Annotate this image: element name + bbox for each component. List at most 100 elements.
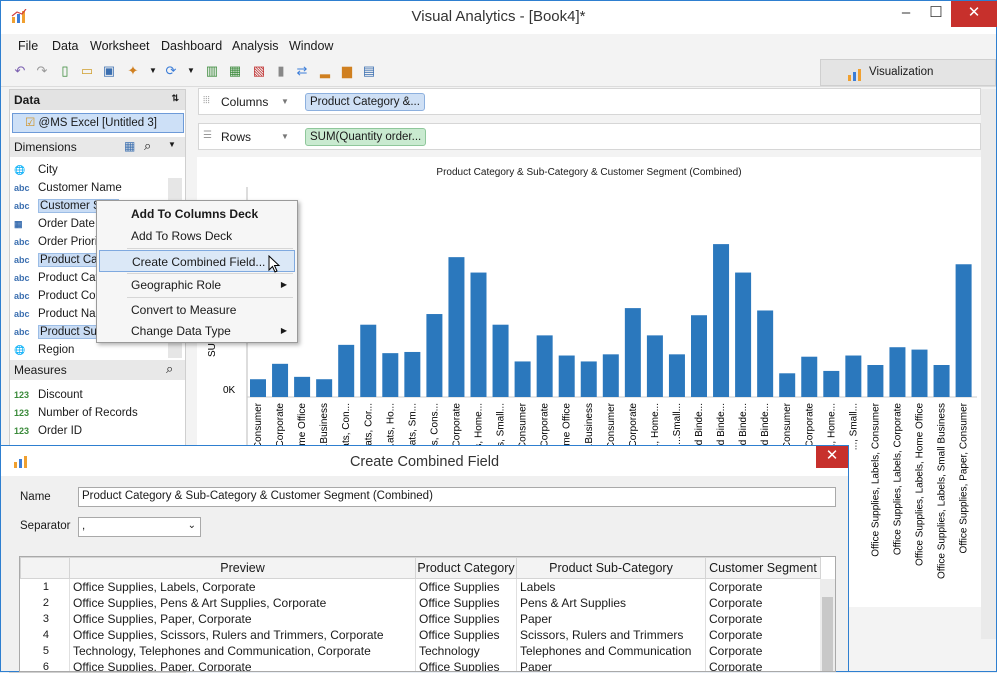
- chart-bar[interactable]: [668, 354, 685, 397]
- dialog-close-button[interactable]: ✕: [816, 446, 848, 468]
- bar-chart-icon[interactable]: ▮: [273, 63, 289, 79]
- search-icon[interactable]: ⌕: [166, 361, 173, 377]
- rows-pill[interactable]: SUM(Quantity order...: [305, 128, 427, 146]
- chart-bar[interactable]: [250, 379, 266, 397]
- dimension-item[interactable]: abc Product Cat...: [14, 269, 108, 287]
- dimension-item[interactable]: 🌐 City: [14, 161, 58, 179]
- measure-item[interactable]: 123 Order ID: [14, 422, 82, 440]
- undo-icon[interactable]: ↶: [12, 63, 28, 79]
- add-chart-icon[interactable]: ▥: [204, 63, 220, 79]
- chart-bar[interactable]: [580, 361, 597, 397]
- chart-bar[interactable]: [757, 310, 774, 397]
- chart-bar[interactable]: [889, 347, 906, 397]
- rows-shelf[interactable]: ☰ Rows ▼ SUM(Quantity order...: [198, 123, 981, 150]
- measure-item[interactable]: 123 Number of Records: [14, 404, 138, 422]
- refresh-icon[interactable]: ⟳: [163, 63, 179, 79]
- name-field[interactable]: Product Category & Sub-Category & Custom…: [78, 487, 836, 507]
- dimension-item[interactable]: 🌐 Region: [14, 341, 74, 359]
- data-source-item[interactable]: ☑ @MS Excel [Untitled 3]: [12, 113, 184, 133]
- table-row[interactable]: 4 Office Supplies, Scissors, Rulers and T…: [20, 626, 821, 643]
- chevron-down-icon[interactable]: ▼: [281, 97, 289, 106]
- chart-scrollbar[interactable]: [981, 89, 996, 639]
- dimension-item[interactable]: ▦ Order Date: [14, 215, 95, 233]
- chart-bar[interactable]: [316, 379, 333, 397]
- chart-bar[interactable]: [514, 361, 531, 397]
- menu-item-convert-to-measure[interactable]: Convert to Measure: [99, 299, 295, 321]
- column-header-customer-segment[interactable]: Customer Segment: [705, 557, 821, 579]
- sort-ascending-icon[interactable]: ▂: [317, 63, 333, 79]
- menu-file[interactable]: File: [18, 39, 38, 53]
- menu-item-change-data-type[interactable]: Change Data Type ▶: [99, 320, 295, 342]
- chart-bar[interactable]: [845, 355, 862, 397]
- close-button[interactable]: ✕: [951, 1, 997, 27]
- chart-bar[interactable]: [536, 335, 553, 397]
- table-row[interactable]: 6 Office Supplies, Paper, Corporate Office…: [20, 658, 821, 671]
- sort-arrows-icon[interactable]: ⇅: [171, 93, 179, 104]
- minimize-button[interactable]: –: [891, 1, 921, 27]
- table-row[interactable]: 1 Office Supplies, Labels, Corporate Offic…: [20, 578, 821, 595]
- maximize-button[interactable]: ☐: [921, 1, 951, 27]
- search-icon[interactable]: ⌕: [144, 138, 151, 154]
- chart-bar[interactable]: [646, 335, 663, 397]
- chart-bar[interactable]: [691, 315, 707, 397]
- table-row[interactable]: 2 Office Supplies, Pens & Art Supplies, C…: [20, 594, 821, 611]
- dimension-item[interactable]: abc Customer Name: [14, 179, 122, 197]
- table-view-icon[interactable]: ▦: [124, 139, 135, 153]
- add-table-icon[interactable]: ▦: [227, 63, 243, 79]
- chart-bar[interactable]: [867, 365, 884, 397]
- chart-bar[interactable]: [470, 272, 487, 397]
- chart-bar[interactable]: [338, 344, 355, 397]
- chevron-down-icon[interactable]: ▼: [183, 63, 199, 79]
- chart-bar[interactable]: [426, 314, 443, 397]
- table-row[interactable]: 3 Office Supplies, Paper, Corporate Office…: [20, 610, 821, 627]
- columns-pill[interactable]: Product Category &...: [305, 93, 425, 111]
- chart-bar[interactable]: [382, 353, 399, 397]
- column-header-product-category[interactable]: Product Category: [415, 557, 517, 579]
- sort-descending-icon[interactable]: ▆: [339, 63, 355, 79]
- chevron-down-icon[interactable]: ▼: [281, 132, 289, 141]
- chart-bar[interactable]: [492, 324, 509, 397]
- separator-select[interactable]: , ⌄: [78, 517, 201, 537]
- chart-bar[interactable]: [955, 264, 972, 397]
- save-icon[interactable]: ▣: [101, 63, 117, 79]
- auto-update-icon[interactable]: ✦: [125, 63, 141, 79]
- chart-bar[interactable]: [713, 244, 730, 397]
- menu-dashboard[interactable]: Dashboard: [161, 39, 222, 53]
- chart-bar[interactable]: [448, 257, 465, 397]
- chart-bar[interactable]: [911, 349, 928, 397]
- chart-bar[interactable]: [360, 324, 377, 397]
- chart-bar[interactable]: [933, 365, 950, 397]
- menu-worksheet[interactable]: Worksheet: [90, 39, 150, 53]
- menu-item-add-to-columns[interactable]: Add To Columns Deck: [99, 203, 295, 225]
- new-sheet-icon[interactable]: ▯: [57, 63, 73, 79]
- columns-shelf[interactable]: ⦙⦙⦙ Columns ▼ Product Category &...: [198, 88, 981, 115]
- column-header-product-sub-category[interactable]: Product Sub-Category: [516, 557, 706, 579]
- chart-bar[interactable]: [624, 308, 641, 397]
- chart-bar[interactable]: [404, 351, 421, 397]
- menu-analysis[interactable]: Analysis: [232, 39, 279, 53]
- chart-bar[interactable]: [272, 363, 289, 397]
- chevron-down-icon[interactable]: ▼: [145, 63, 161, 79]
- grid-scrollbar[interactable]: [820, 579, 835, 671]
- chart-bar[interactable]: [735, 272, 752, 397]
- chart-bar[interactable]: [558, 355, 575, 397]
- table-row[interactable]: 5 Technology, Telephones and Communicatio…: [20, 642, 821, 659]
- chart-bar[interactable]: [602, 354, 619, 397]
- menu-item-create-combined-field[interactable]: Create Combined Field...: [99, 250, 295, 273]
- menu-window[interactable]: Window: [289, 39, 333, 53]
- visualization-tab[interactable]: Visualization: [820, 59, 996, 86]
- chart-bar[interactable]: [294, 376, 311, 397]
- swap-icon[interactable]: ⇄: [294, 63, 310, 79]
- column-header-preview[interactable]: Preview: [69, 557, 416, 579]
- menu-data[interactable]: Data: [52, 39, 78, 53]
- chart-bar[interactable]: [801, 356, 818, 397]
- chart-bar[interactable]: [823, 370, 840, 397]
- menu-item-geographic-role[interactable]: Geographic Role ▶: [99, 274, 295, 296]
- chevron-down-icon[interactable]: ▼: [168, 140, 176, 149]
- chart-bar[interactable]: [779, 373, 796, 397]
- menu-item-add-to-rows[interactable]: Add To Rows Deck: [99, 225, 295, 247]
- measure-item[interactable]: 123 Discount: [14, 386, 83, 404]
- open-icon[interactable]: ▭: [79, 63, 95, 79]
- redo-icon[interactable]: ↷: [34, 63, 50, 79]
- fit-icon[interactable]: ▤: [361, 63, 377, 79]
